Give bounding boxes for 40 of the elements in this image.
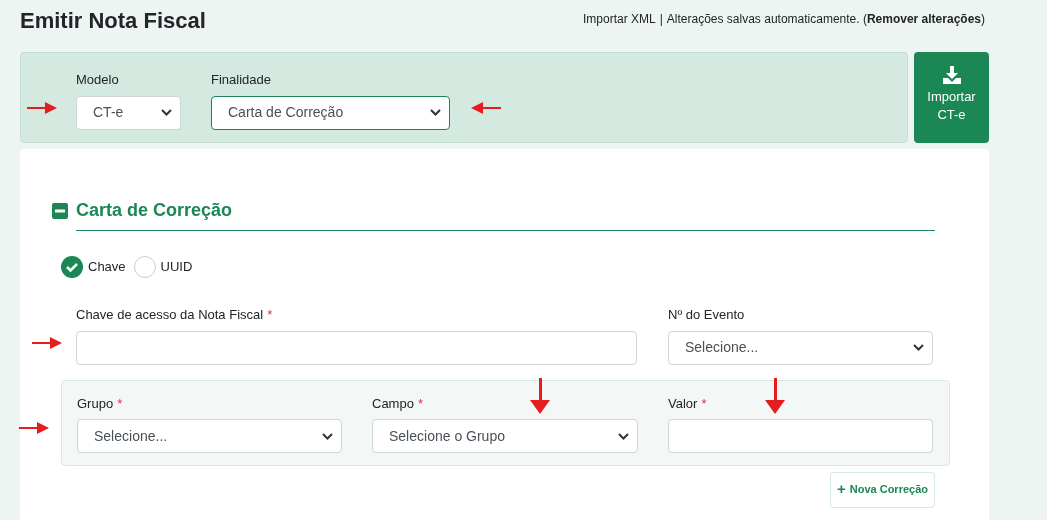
field-label: Grupo * [77, 394, 123, 413]
page-title: Emitir Nota Fiscal [20, 7, 206, 35]
import-button[interactable]: Importar CT-e [914, 52, 989, 143]
chevron-down-icon [430, 109, 441, 116]
section-title: Carta de Correção [76, 199, 233, 222]
arrow-annotation-icon [471, 101, 501, 115]
chevron-down-icon [161, 109, 172, 116]
download-icon [942, 66, 961, 84]
collapse-icon[interactable] [52, 202, 68, 219]
select-field[interactable]: Selecione o Grupo [372, 419, 638, 453]
radio-label: Chave [88, 258, 126, 277]
select-field[interactable]: Selecione... [668, 330, 933, 365]
chevron-down-icon [322, 432, 333, 440]
remove-changes-link[interactable]: Remover alterações [866, 10, 981, 28]
radio-label: UUID [160, 258, 193, 277]
arrow-annotation-icon [27, 101, 57, 115]
access-key-input[interactable] [76, 330, 637, 365]
select-field[interactable]: CT-e [76, 95, 181, 130]
select-field[interactable]: Carta de Correção [211, 95, 450, 130]
radio-checked-icon[interactable] [61, 256, 83, 278]
select-field[interactable]: Selecione... [77, 419, 342, 453]
arrow-annotation-icon [32, 336, 62, 350]
arrow-annotation-icon [765, 378, 785, 414]
separator: | [659, 11, 663, 28]
arrow-annotation-icon [19, 421, 49, 435]
chevron-down-icon [618, 432, 629, 440]
autosave-status: Alterações salvas automaticamente. ( [666, 11, 867, 28]
arrow-annotation-icon [530, 378, 550, 414]
value-input[interactable] [668, 419, 933, 453]
parenthesis: ) [981, 11, 985, 28]
import-xml-link[interactable]: Importar XML [583, 10, 656, 28]
chevron-down-icon [913, 344, 924, 351]
radio-unchecked-icon[interactable] [133, 256, 156, 278]
field-label: Campo * [372, 394, 423, 413]
new-correction-button[interactable]: + Nova Correção [829, 471, 935, 508]
field-label: Finalidade [211, 71, 271, 89]
field-label: Modelo [76, 71, 119, 89]
field-label: Chave de acesso da Nota Fiscal * [76, 306, 273, 324]
field-label: Nº do Evento [668, 306, 745, 324]
field-label: Valor * [668, 394, 707, 413]
